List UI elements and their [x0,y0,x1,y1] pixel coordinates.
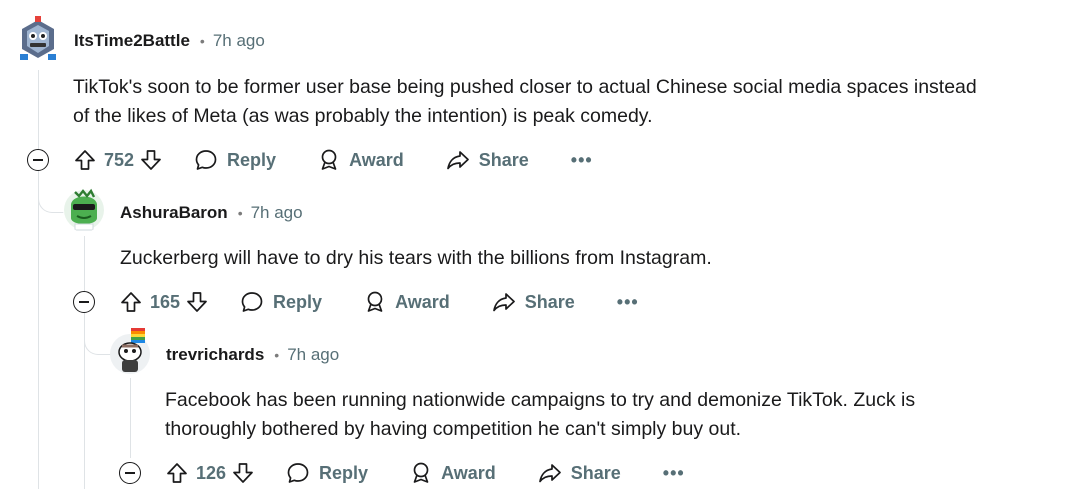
award-label: Award [349,149,404,170]
reply-label: Reply [227,149,277,170]
avatar[interactable] [16,16,60,62]
upvote-button[interactable] [74,149,96,171]
vote-count: 126 [196,462,227,483]
timestamp[interactable]: 7h ago [213,31,265,51]
downvote-icon [187,292,207,312]
downvote-icon [141,150,161,170]
upvote-button[interactable] [120,291,142,313]
thread-connector-3 [84,314,111,355]
downvote-button[interactable] [232,462,254,484]
thread-line-3 [130,378,131,458]
username[interactable]: trevrichards [166,345,264,365]
award-icon [413,462,429,483]
thread-line-2 [84,236,85,489]
reply-button[interactable]: Reply [194,149,276,171]
username[interactable]: AshuraBaron [120,203,228,223]
downvote-button[interactable] [186,291,208,313]
reply-button[interactable]: Reply [286,462,368,484]
snoo-avatar-icon [110,328,150,374]
upvote-button[interactable] [166,462,188,484]
separator-dot: • [199,33,205,49]
reply-label: Reply [273,291,323,312]
award-label: Award [395,291,450,312]
reply-label: Reply [319,462,369,483]
reply-button[interactable]: Reply [240,291,322,313]
comment-body-line: TikTok's soon to be former user base bei… [73,76,977,98]
vote-group: 752 [74,149,162,171]
share-button[interactable]: Share [492,291,575,313]
award-button[interactable]: Award [364,290,450,314]
separator-dot: • [237,205,243,221]
timestamp[interactable]: 7h ago [287,345,339,365]
award-icon [321,149,337,170]
comment-body-line: Facebook has been running nationwide cam… [165,389,916,411]
vote-count: 165 [150,291,181,312]
award-icon [367,291,383,312]
comment-body-line: thoroughly bothered by having competitio… [165,418,742,440]
share-icon [538,464,561,483]
upvote-icon [75,150,95,170]
comment-actions: 165 Reply Award Share ••• [120,287,639,317]
dinosaur-avatar-icon [63,186,105,232]
thread-connector-2 [38,172,65,213]
comment-body-line: of the likes of Meta (as was probably th… [73,105,653,127]
comment-body-line: Zuckerberg will have to dry his tears wi… [120,247,712,269]
vote-count: 752 [104,149,135,170]
downvote-button[interactable] [140,149,162,171]
comment-meta: AshuraBaron • 7h ago [120,203,303,223]
award-label: Award [441,462,496,483]
comment-bubble-icon [287,463,309,483]
more-options-button[interactable]: ••• [663,463,685,484]
share-icon [446,151,469,170]
share-label: Share [478,149,529,170]
more-options-button[interactable]: ••• [571,150,593,171]
robot-avatar-icon [16,16,60,62]
downvote-icon [233,463,253,483]
award-button[interactable]: Award [410,461,496,485]
comment-meta: ItsTime2Battle • 7h ago [74,31,265,51]
upvote-icon [167,463,187,483]
award-button[interactable]: Award [318,148,404,172]
comment-actions: 126 Reply Award Share ••• [166,458,685,488]
vote-group: 126 [166,462,254,484]
separator-dot: • [274,347,280,363]
avatar[interactable] [63,186,105,232]
timestamp[interactable]: 7h ago [251,203,303,223]
comment-meta: trevrichards • 7h ago [166,345,339,365]
comment-body: Zuckerberg will have to dry his tears wi… [120,244,1060,273]
collapse-thread-button[interactable] [73,291,95,313]
collapse-thread-button[interactable] [119,462,141,484]
comment-body: Facebook has been running nationwide cam… [165,386,1065,444]
share-button[interactable]: Share [446,149,529,171]
comment-bubble-icon [195,150,217,170]
more-options-button[interactable]: ••• [617,292,639,313]
upvote-icon [121,292,141,312]
collapse-thread-button[interactable] [27,149,49,171]
share-label: Share [570,462,621,483]
avatar[interactable] [109,326,151,374]
share-button[interactable]: Share [538,462,621,484]
comment-bubble-icon [241,292,263,312]
comment-actions: 752 Reply Award Share ••• [74,145,593,175]
username[interactable]: ItsTime2Battle [74,31,190,51]
vote-group: 165 [120,291,208,313]
share-label: Share [524,291,575,312]
share-icon [492,293,515,312]
comment-body: TikTok's soon to be former user base bei… [73,73,1073,131]
thread-line-1 [38,70,39,489]
